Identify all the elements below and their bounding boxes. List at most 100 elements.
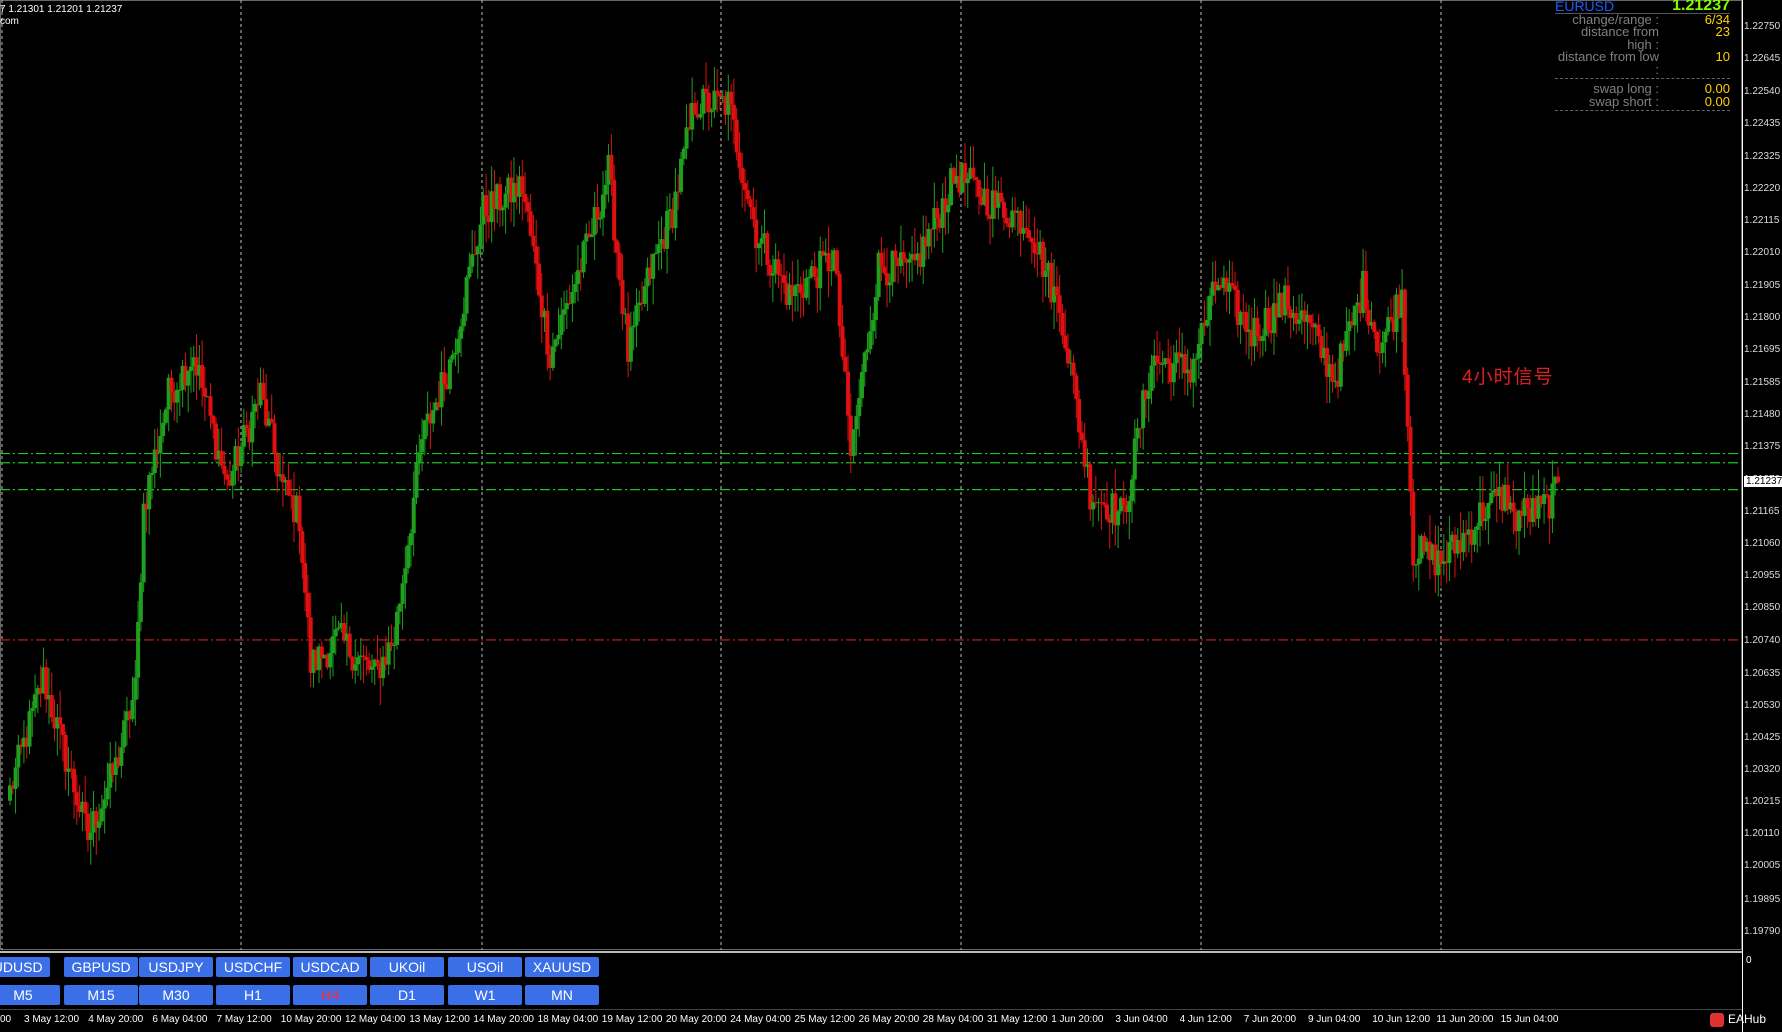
candle-bear [202, 387, 207, 397]
candle-bear [1166, 358, 1171, 364]
timeframe-button-m5[interactable]: M5 [0, 985, 60, 1005]
candle-bull [1010, 210, 1015, 228]
bid-price: 1.21237 [1672, 0, 1730, 14]
info-value: 10 [1715, 49, 1730, 64]
candle-bull [1447, 542, 1452, 563]
candle-bull [651, 253, 656, 279]
candle-bear [244, 424, 249, 429]
info-rows: change/range :6/34 distance from high :23… [1555, 13, 1730, 77]
price-chart[interactable] [0, 0, 1742, 950]
candle-bull [478, 224, 483, 247]
price-tick-label: 1.22645 [1744, 53, 1781, 65]
candle-bull [818, 250, 823, 289]
candle-bear [1308, 314, 1313, 324]
swap-rows: swap long :0.00 swap short :0.00 [1555, 82, 1730, 109]
candle-bull [1132, 438, 1137, 480]
candle-bear [49, 695, 54, 718]
info-separator-bottom [1555, 110, 1730, 111]
candle-bear [1102, 502, 1107, 505]
timeframe-button-h4[interactable]: H4 [293, 985, 367, 1005]
current-price-marker: 1.21237 [1744, 476, 1782, 487]
candle-bear [83, 801, 88, 814]
price-tick-label: 1.20955 [1744, 569, 1781, 581]
symbol-button-ukoil[interactable]: UKOil [370, 957, 444, 977]
symbol-button-gbpusd[interactable]: GBPUSD [64, 957, 138, 977]
candle-bull [88, 832, 93, 840]
candle-bull [403, 568, 408, 584]
candle-bull [417, 452, 422, 463]
candle-bull [829, 270, 834, 272]
candle-bull [1542, 494, 1547, 505]
time-tick-label: 10 Jun 12:00 [1372, 1014, 1431, 1025]
candle-bear [1063, 335, 1068, 349]
symbol-button-usdjpy[interactable]: USDJPY [139, 957, 213, 977]
timeframe-button-h1[interactable]: H1 [216, 985, 290, 1005]
price-tick-label: 1.22220 [1744, 183, 1781, 195]
candle-bull [1196, 344, 1201, 359]
candle-bull [1238, 312, 1243, 326]
info-row: distance from low : 10 [1555, 49, 1730, 76]
time-tick-label: 7 Jun 20:00 [1243, 1014, 1297, 1025]
info-separator [1555, 78, 1730, 79]
eahub-logo-icon [1710, 1013, 1724, 1027]
candle-bull [130, 699, 135, 720]
candle-bear [305, 592, 310, 618]
price-tick-label: 1.22115 [1744, 215, 1780, 227]
info-value: 23 [1715, 24, 1730, 39]
price-tick-label: 1.20740 [1744, 635, 1781, 647]
symbol-button-usdchf[interactable]: USDCHF [216, 957, 290, 977]
symbol-button-audusd[interactable]: AUDUSD [0, 957, 50, 977]
candle-bull [177, 389, 182, 391]
price-tick-label: 1.20850 [1744, 601, 1781, 613]
quick-switch-bar: AUDUSD GBPUSDUSDJPYUSDCHFUSDCADUKOilUSOil… [0, 951, 1742, 1010]
candle-bull [550, 346, 555, 368]
time-tick-label: 1 Jun 20:00 [1051, 1014, 1104, 1025]
symbol-button-xauusd[interactable]: XAUUSD [525, 957, 599, 977]
timeframe-button-mn[interactable]: MN [525, 985, 599, 1005]
candle-bull [1486, 503, 1491, 519]
time-tick-label: 4 Jun 12:00 [1179, 1014, 1232, 1025]
candle-bull [447, 359, 452, 390]
candle-bull [854, 416, 859, 430]
swap-value: 0.00 [1704, 93, 1730, 109]
candle-bear [272, 423, 277, 454]
timeframe-button-w1[interactable]: W1 [448, 985, 522, 1005]
candle-bear [1121, 498, 1126, 506]
candle-bear [219, 450, 224, 466]
candle-bull [859, 371, 864, 399]
timeframe-button-m15[interactable]: M15 [64, 985, 138, 1005]
candle-bull [397, 603, 402, 612]
candle-bear [692, 102, 697, 115]
candle-bear [737, 152, 742, 168]
candle-bear [297, 495, 302, 532]
candle-bear [882, 266, 887, 274]
candle-bull [336, 627, 341, 630]
candle-bull [1489, 492, 1494, 504]
time-tick-label: 28 May 04:00 [922, 1014, 984, 1025]
candle-bear [765, 233, 770, 265]
candle-bull [804, 278, 809, 298]
candle-bull [1352, 305, 1357, 326]
candle-bear [1004, 217, 1009, 224]
candle-bear [1230, 282, 1235, 286]
price-tick-label: 1.19790 [1744, 925, 1781, 937]
candle-bull [1171, 363, 1176, 383]
symbol-button-usdcad[interactable]: USDCAD [293, 957, 367, 977]
candle-bear [729, 91, 734, 105]
time-tick-label: 15 Jun 04:00 [1500, 1014, 1559, 1025]
candle-bull [631, 325, 636, 328]
price-tick-label: 1.22750 [1744, 21, 1781, 33]
timeframe-button-d1[interactable]: D1 [370, 985, 444, 1005]
timeframe-button-m30[interactable]: M30 [139, 985, 213, 1005]
candle-bull [1383, 331, 1388, 343]
candle-bear [1255, 317, 1260, 337]
candle-bull [709, 110, 714, 113]
chart-border [0, 0, 1742, 950]
info-label: distance from high : [1580, 24, 1659, 52]
candle-bear [834, 250, 839, 274]
candle-bull [756, 243, 761, 249]
candle-bull [406, 545, 411, 569]
symbol-button-usoil[interactable]: USOil [448, 957, 522, 977]
candle-bull [102, 799, 107, 809]
candle-bull [653, 252, 658, 254]
